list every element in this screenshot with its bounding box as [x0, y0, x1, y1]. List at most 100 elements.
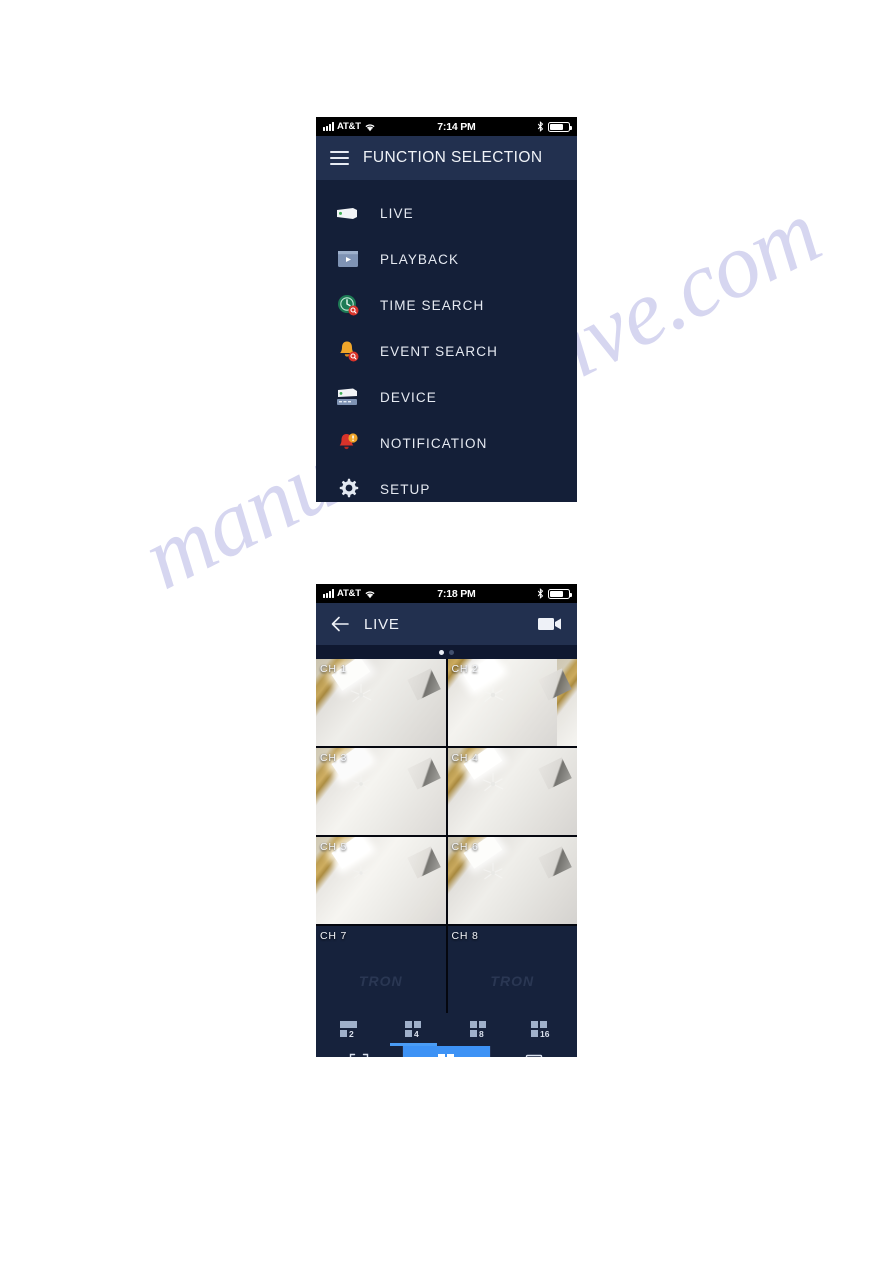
svg-text:8: 8 [479, 1029, 484, 1039]
channel-label: CH 8 [451, 930, 479, 942]
menu-item-label: LIVE [380, 205, 414, 221]
ceiling-fan-icon [352, 774, 371, 791]
carrier-label: AT&T [337, 588, 361, 599]
menu-item-label: NOTIFICATION [380, 435, 488, 451]
screenshot-live-view: AT&T 7:18 PM LIVE CH 1 CH 2 CH 3 CH 4 CH… [316, 584, 577, 1057]
status-bar-left: AT&T [323, 121, 376, 132]
ceiling-fan-icon [483, 862, 503, 880]
live-header: LIVE [316, 603, 577, 645]
channel-cell[interactable]: CH 7 TRON [316, 926, 446, 1013]
svg-text:2: 2 [349, 1029, 354, 1039]
channel-cell[interactable]: CH 1 [316, 659, 446, 746]
menu-item-notification[interactable]: NOTIFICATION [316, 420, 577, 466]
menu-item-live[interactable]: LIVE [316, 190, 577, 236]
svg-text:4: 4 [414, 1029, 419, 1039]
channel-label: CH 3 [320, 752, 348, 764]
ceiling-fan-icon [482, 684, 504, 703]
back-arrow-icon[interactable] [330, 615, 350, 633]
menu-item-label: DEVICE [380, 389, 437, 405]
status-bar-right [537, 121, 572, 132]
grid-8-icon: 8 [465, 1018, 493, 1042]
tab-layout[interactable]: 8 Layout [403, 1046, 491, 1057]
channel-label: CH 1 [320, 663, 348, 675]
layout-underline [521, 1043, 568, 1046]
menu-item-event-search[interactable]: EVENT SEARCH [316, 328, 577, 374]
menu-item-label: EVENT SEARCH [380, 343, 498, 359]
signal-bars-icon [323, 589, 334, 598]
bell-alert-icon [334, 430, 362, 456]
page-dot-2[interactable] [449, 649, 454, 655]
signal-bars-icon [323, 122, 334, 131]
tab-snapshot[interactable]: Snapshot [316, 1046, 404, 1057]
menu-item-label: PLAYBACK [380, 251, 460, 267]
clock-label: 7:18 PM [437, 587, 476, 600]
gear-icon [334, 476, 362, 502]
channel-cell[interactable]: CH 4 [447, 748, 577, 835]
battery-icon [548, 121, 572, 132]
tab-ratio[interactable]: Ratio [491, 1046, 577, 1057]
battery-icon [548, 588, 572, 599]
camera-icon [334, 200, 362, 226]
layout-grid-icon: 8 [435, 1053, 457, 1057]
layout-option-4[interactable]: 4 [381, 1013, 446, 1046]
app-header: FUNCTION SELECTION [316, 136, 577, 180]
grid-16-icon: 16 [528, 1018, 560, 1042]
brand-watermark: TRON [490, 972, 535, 989]
menu-item-label: SETUP [380, 481, 431, 497]
ceiling-fan-icon [482, 773, 504, 792]
wifi-icon [365, 590, 375, 598]
clock-search-icon [334, 292, 362, 318]
layout-selector-row: 2 4 8 16 [316, 1013, 577, 1046]
bluetooth-icon [537, 121, 544, 132]
layout-underline [325, 1043, 372, 1046]
page-title: LIVE [364, 615, 400, 633]
status-bar: AT&T 7:14 PM [316, 117, 577, 136]
channel-label: CH 7 [320, 930, 348, 942]
channel-cell[interactable]: CH 3 [316, 748, 446, 835]
bluetooth-icon [537, 588, 544, 599]
layout-option-16[interactable]: 16 [512, 1013, 577, 1046]
hamburger-icon[interactable] [330, 151, 349, 165]
ceiling-fan-icon [351, 684, 372, 703]
menu-item-playback[interactable]: PLAYBACK [316, 236, 577, 282]
bottom-tab-bar: Snapshot 8 Layout [316, 1046, 577, 1057]
play-window-icon [334, 246, 362, 272]
wifi-icon [365, 123, 375, 131]
menu-item-setup[interactable]: SETUP [316, 466, 577, 502]
ratio-icon [525, 1053, 543, 1057]
channel-label: CH 6 [451, 841, 479, 853]
status-bar: AT&T 7:18 PM [316, 584, 577, 603]
menu-item-device[interactable]: DEVICE [316, 374, 577, 420]
status-bar-left: AT&T [323, 588, 376, 599]
layout-underline [456, 1043, 503, 1046]
page-dot-1[interactable] [439, 649, 444, 655]
screenshot-function-selection: AT&T 7:14 PM FUNCTION SELECTION LIVE PLA… [316, 117, 577, 502]
function-menu-list: LIVE PLAYBACK TIME SEARCH EVENT SEARCH D… [316, 180, 577, 502]
layout-option-2[interactable]: 2 [316, 1013, 381, 1046]
page-title: FUNCTION SELECTION [363, 149, 543, 166]
bell-search-icon [334, 338, 362, 364]
channel-cell[interactable]: CH 2 [447, 659, 577, 746]
status-bar-right [537, 588, 572, 599]
grid-2-icon: 2 [335, 1018, 363, 1042]
channel-label: CH 4 [451, 752, 479, 764]
document-page: manualsarchive.com AT&T 7:14 PM [0, 0, 893, 1263]
menu-item-label: TIME SEARCH [380, 297, 485, 313]
page-indicator[interactable] [316, 645, 577, 659]
layout-option-8[interactable]: 8 [447, 1013, 512, 1046]
layout-underline [390, 1043, 438, 1046]
video-camera-icon[interactable] [537, 616, 563, 632]
brand-watermark: TRON [358, 972, 403, 989]
channel-grid: CH 1 CH 2 CH 3 CH 4 CH 5 CH 6 CH 7 TRON … [316, 659, 577, 1013]
ceiling-fan-icon [353, 865, 370, 879]
grid-4-icon: 4 [400, 1018, 428, 1042]
channel-label: CH 5 [320, 841, 348, 853]
channel-cell[interactable]: CH 6 [447, 837, 577, 924]
menu-item-time-search[interactable]: TIME SEARCH [316, 282, 577, 328]
carrier-label: AT&T [337, 121, 361, 132]
svg-text:16: 16 [540, 1029, 550, 1039]
channel-label: CH 2 [451, 663, 479, 675]
channel-cell[interactable]: CH 8 TRON [447, 926, 577, 1013]
device-camera-icon [334, 384, 362, 410]
channel-cell[interactable]: CH 5 [316, 837, 446, 924]
